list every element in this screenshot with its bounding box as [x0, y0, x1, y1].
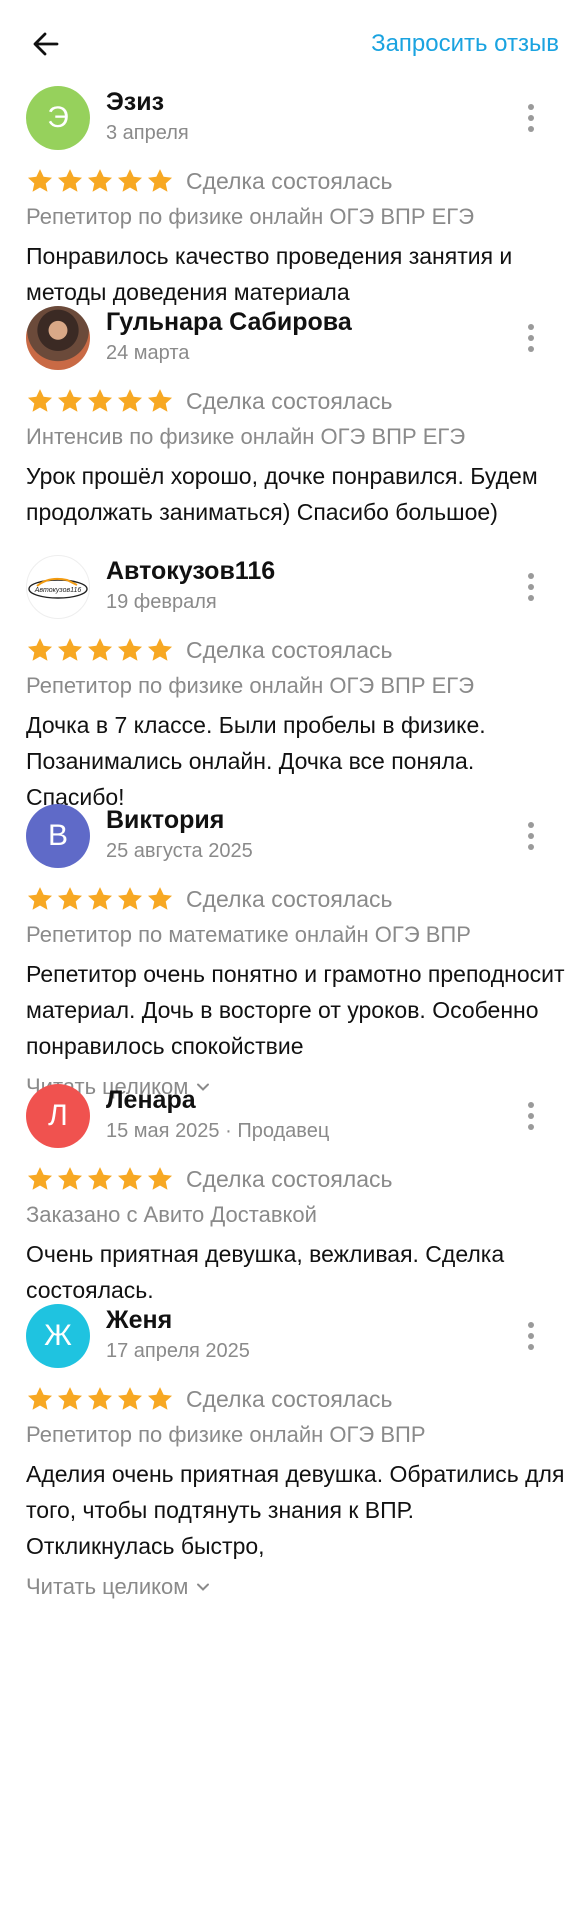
star-icon	[117, 169, 143, 192]
rating-row: Сделка состоялась	[26, 1384, 393, 1414]
review-date: 19 февраля	[106, 591, 217, 613]
reviewer-name[interactable]: Женя	[106, 1306, 172, 1335]
rating-stars	[26, 167, 174, 195]
review-text: Понравилось качество проведения занятия …	[26, 243, 513, 305]
star-icon	[57, 638, 83, 661]
star-icon	[87, 1167, 113, 1190]
rating-row: Сделка состоялась	[26, 386, 393, 416]
star-icon	[117, 389, 143, 412]
avatar[interactable]: Э	[26, 86, 90, 150]
star-icon	[117, 887, 143, 910]
rating-row: Сделка состоялась	[26, 635, 393, 665]
rating-stars	[26, 885, 174, 913]
more-options-button[interactable]	[521, 1318, 541, 1354]
rating-row: Сделка состоялась	[26, 1164, 393, 1194]
review-text: Очень приятная девушка, вежливая. Сделка…	[26, 1241, 505, 1303]
star-icon	[27, 389, 53, 412]
star-icon	[87, 1387, 113, 1410]
more-options-button[interactable]	[521, 320, 541, 356]
service-title[interactable]: Репетитор по математике онлайн ОГЭ ВПР	[26, 922, 471, 948]
back-button[interactable]	[24, 22, 68, 66]
request-review-link[interactable]: Запросить отзыв	[371, 30, 559, 58]
star-icon	[117, 638, 143, 661]
review-date: 3 апреля	[106, 122, 189, 144]
deal-status: Сделка состоялась	[186, 885, 393, 912]
star-icon	[87, 887, 113, 910]
deal-status: Сделка состоялась	[186, 1385, 393, 1412]
more-options-button[interactable]	[521, 569, 541, 605]
star-icon	[57, 1387, 83, 1410]
chevron-down-icon	[197, 1583, 210, 1591]
star-icon	[87, 169, 113, 192]
star-icon	[147, 169, 173, 192]
review-text: Репетитор очень понятно и грамотно препо…	[26, 961, 565, 1059]
avatar[interactable]: Ж	[26, 1304, 90, 1368]
reviewer-name[interactable]: Автокузов116	[106, 557, 275, 586]
star-icon	[57, 1167, 83, 1190]
service-title[interactable]: Интенсив по физике онлайн ОГЭ ВПР ЕГЭ	[26, 424, 465, 450]
top-bar: Запросить отзыв	[0, 0, 585, 88]
star-icon	[27, 1167, 53, 1190]
star-icon	[147, 1167, 173, 1190]
star-icon	[147, 887, 173, 910]
reviewer-name[interactable]: Виктория	[106, 806, 224, 835]
rating-row: Сделка состоялась	[26, 166, 393, 196]
star-icon	[27, 638, 53, 661]
star-icon	[27, 169, 53, 192]
more-options-button[interactable]	[521, 100, 541, 136]
review-text: Аделия очень приятная девушка. Обратилис…	[26, 1461, 565, 1559]
service-title[interactable]: Заказано с Авито Доставкой	[26, 1202, 317, 1228]
star-icon	[147, 638, 173, 661]
avatar[interactable]: Автокузов116	[26, 555, 90, 619]
deal-status: Сделка состоялась	[186, 167, 393, 194]
arrow-left-icon	[33, 32, 59, 56]
review-text: Дочка в 7 классе. Были пробелы в физике.…	[26, 712, 486, 810]
star-icon	[147, 389, 173, 412]
review-date: 25 августа 2025	[106, 840, 253, 862]
rating-stars	[26, 1165, 174, 1193]
more-options-button[interactable]	[521, 818, 541, 854]
more-options-button[interactable]	[521, 1098, 541, 1134]
rating-row: Сделка состоялась	[26, 884, 393, 914]
review-text: Урок прошёл хорошо, дочке понравился. Бу…	[26, 463, 538, 525]
review-date: 24 марта	[106, 342, 190, 364]
deal-status: Сделка состоялась	[186, 387, 393, 414]
star-icon	[57, 169, 83, 192]
rating-stars	[26, 636, 174, 664]
star-icon	[117, 1387, 143, 1410]
read-more-label: Читать целиком	[26, 1574, 189, 1599]
star-icon	[57, 389, 83, 412]
star-icon	[27, 887, 53, 910]
review-date: 15 мая 2025 · Продавец	[106, 1120, 330, 1142]
logo-text: Автокузов116	[34, 587, 82, 594]
chevron-down-icon	[197, 1083, 210, 1091]
reviewer-name[interactable]: Ленара	[106, 1086, 196, 1115]
read-more-link[interactable]: Читать целиком	[26, 1574, 210, 1600]
reviewer-name[interactable]: Гульнара Сабирова	[106, 308, 352, 337]
service-title[interactable]: Репетитор по физике онлайн ОГЭ ВПР	[26, 1422, 426, 1448]
car-logo-icon: Автокузов116	[28, 577, 88, 599]
deal-status: Сделка состоялась	[186, 636, 393, 663]
deal-status: Сделка состоялась	[186, 1165, 393, 1192]
service-title[interactable]: Репетитор по физике онлайн ОГЭ ВПР ЕГЭ	[26, 673, 474, 699]
star-icon	[147, 1387, 173, 1410]
review-date: 17 апреля 2025	[106, 1340, 250, 1362]
avatar[interactable]: В	[26, 804, 90, 868]
service-title[interactable]: Репетитор по физике онлайн ОГЭ ВПР ЕГЭ	[26, 204, 474, 230]
star-icon	[87, 389, 113, 412]
rating-stars	[26, 387, 174, 415]
avatar[interactable]	[26, 306, 90, 370]
star-icon	[27, 1387, 53, 1410]
avatar[interactable]: Л	[26, 1084, 90, 1148]
star-icon	[87, 638, 113, 661]
rating-stars	[26, 1385, 174, 1413]
star-icon	[57, 887, 83, 910]
star-icon	[117, 1167, 143, 1190]
reviewer-name[interactable]: Эзиз	[106, 88, 164, 117]
